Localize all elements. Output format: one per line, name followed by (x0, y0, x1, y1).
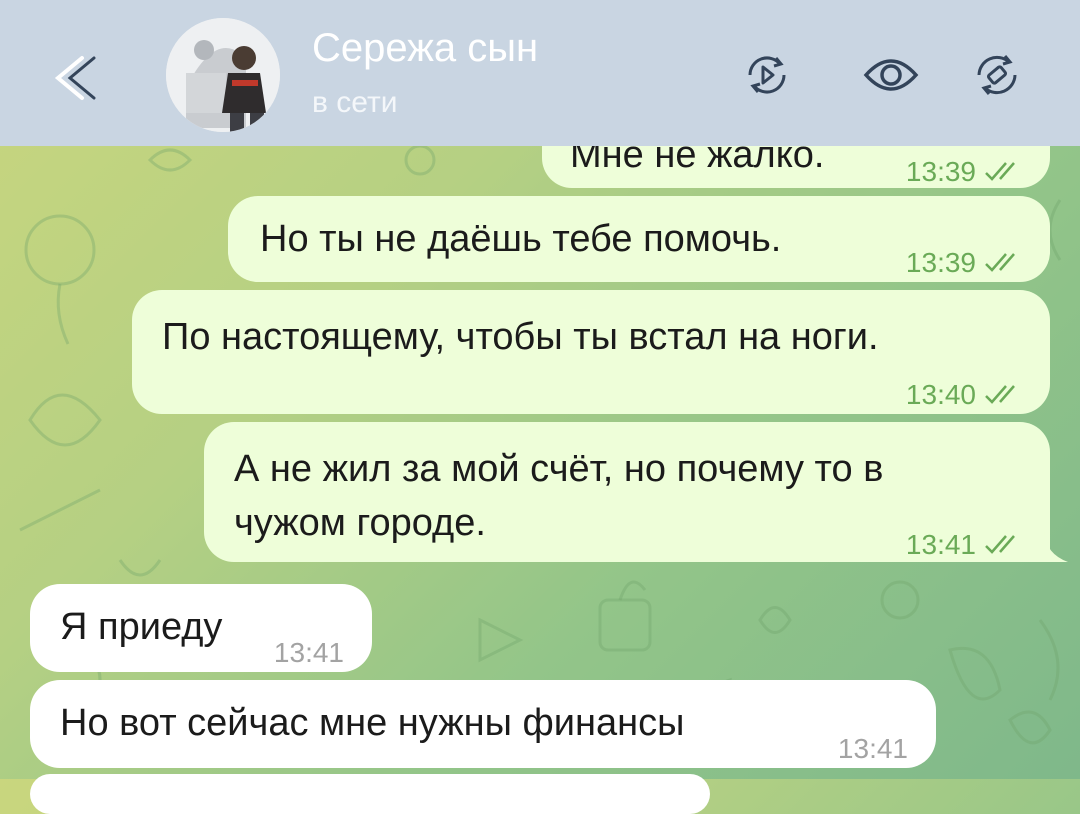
message-meta: 13:40 (906, 368, 1028, 422)
avatar-photo (166, 18, 280, 132)
back-arrow-icon[interactable] (46, 50, 102, 106)
message-time: 13:41 (905, 529, 976, 560)
message-bubble-incoming-partial[interactable] (30, 774, 710, 814)
message-text: По настоящему, чтобы ты встал на ноги. (162, 316, 879, 358)
message-bubble-outgoing[interactable]: Но ты не даёшь тебе помочь. 13:39 (228, 196, 1050, 282)
message-meta: 13:41 (906, 518, 1028, 572)
message-meta: 13:39 (906, 236, 1028, 290)
message-bubble-outgoing[interactable]: А не жил за мой счёт, но почему то в чуж… (204, 422, 1050, 562)
message-time: 13:41 (273, 637, 344, 668)
message-time: 13:41 (837, 733, 908, 764)
message-meta: 13:39 (906, 145, 1028, 199)
contact-avatar[interactable] (166, 18, 280, 132)
message-time: 13:39 (905, 156, 976, 187)
message-time: 13:40 (905, 379, 976, 410)
read-double-check-icon (985, 253, 1015, 272)
read-double-check-icon (985, 162, 1015, 181)
chat-header: Сережа сын в сети (0, 0, 1080, 146)
message-meta: 13:41 (838, 722, 908, 776)
message-text-line-2: чужом городе. (234, 502, 486, 544)
message-text: Но вот сейчас мне нужны финансы (60, 702, 685, 744)
contact-name[interactable]: Сережа сын (312, 26, 538, 71)
message-meta: 13:41 (274, 626, 344, 680)
read-double-check-icon (985, 385, 1015, 404)
auto-delete-icon[interactable] (970, 48, 1024, 102)
read-double-check-icon (985, 535, 1015, 554)
message-bubble-outgoing[interactable]: По настоящему, чтобы ты встал на ноги. 1… (132, 290, 1050, 414)
message-text: Но ты не даёшь тебе помочь. (260, 218, 782, 260)
bubble-tail (1044, 532, 1068, 562)
message-bubble-incoming[interactable]: Но вот сейчас мне нужны финансы 13:41 (30, 680, 936, 768)
video-call-icon[interactable] (740, 48, 794, 102)
message-text-line-1: А не жил за мой счёт, но почему то в (234, 448, 884, 490)
message-text: Я приеду (60, 606, 223, 648)
message-time: 13:39 (905, 247, 976, 278)
eye-icon[interactable] (862, 48, 920, 102)
online-status: в сети (312, 86, 398, 119)
message-bubble-incoming[interactable]: Я приеду 13:41 (30, 584, 372, 672)
